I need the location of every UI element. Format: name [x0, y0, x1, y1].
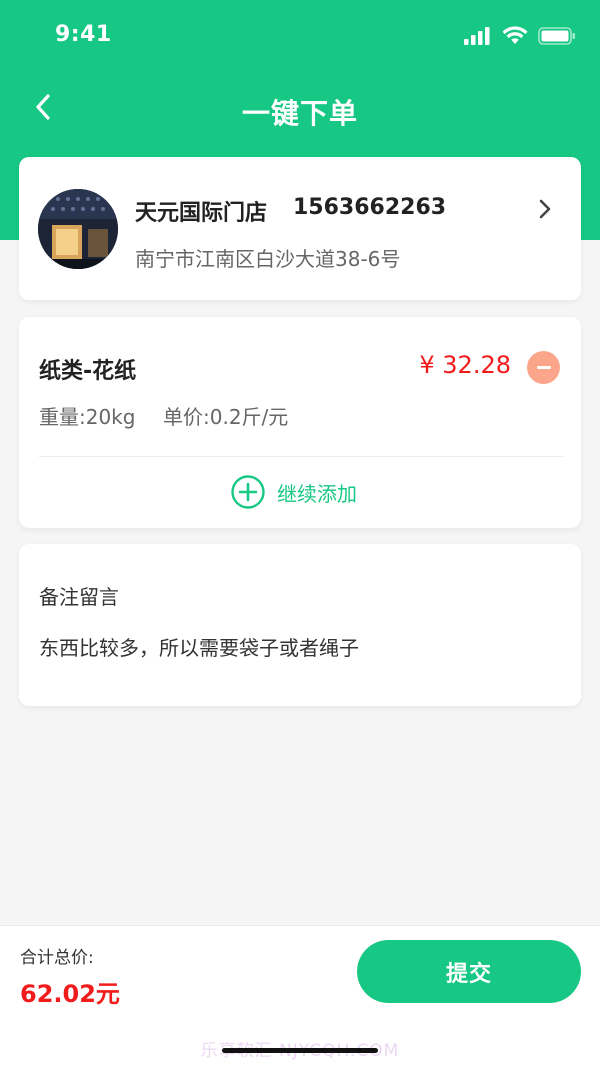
- add-more-label: 继续添加: [277, 481, 357, 506]
- item-name: 纸类-花纸: [39, 359, 137, 384]
- item-unit-price: 单价:0.2斤/元: [163, 405, 289, 429]
- status-bar: 9:41: [0, 0, 600, 72]
- remove-item-button[interactable]: [527, 351, 560, 384]
- divider: [39, 456, 563, 457]
- item-weight: 重量:20kg: [39, 405, 136, 429]
- note-text[interactable]: 东西比较多，所以需要袋子或者绳子: [39, 632, 359, 661]
- battery-icon: [538, 26, 575, 45]
- item-card: 纸类-花纸 ¥ 32.28 重量:20kg 单价:0.2斤/元 继续添加: [19, 317, 581, 528]
- total-value: 62.02元: [20, 980, 120, 1008]
- note-card[interactable]: 备注留言 东西比较多，所以需要袋子或者绳子: [19, 544, 581, 706]
- status-icons: [464, 26, 576, 45]
- nav-bar: 一键下单: [0, 80, 600, 140]
- store-card[interactable]: 天元国际门店 1563662263 南宁市江南区白沙大道38-6号: [19, 157, 581, 300]
- signal-icon: [464, 26, 490, 45]
- store-phone: 1563662263: [293, 195, 447, 220]
- status-time: 9:41: [55, 22, 112, 47]
- wifi-icon: [502, 26, 528, 44]
- total-label: 合计总价:: [20, 948, 94, 968]
- item-price: ¥ 32.28: [419, 351, 511, 379]
- add-more-button[interactable]: 继续添加: [231, 475, 357, 509]
- note-title: 备注留言: [39, 585, 119, 609]
- store-avatar: [38, 189, 118, 269]
- plus-circle-icon: [231, 475, 265, 509]
- minus-circle-icon: [536, 366, 551, 369]
- page-title: 一键下单: [241, 97, 358, 130]
- chevron-right-icon: [539, 199, 551, 219]
- store-address: 南宁市江南区白沙大道38-6号: [135, 247, 401, 271]
- store-name: 天元国际门店: [135, 201, 268, 226]
- home-indicator: [222, 1048, 378, 1053]
- submit-button[interactable]: 提交: [357, 940, 581, 1003]
